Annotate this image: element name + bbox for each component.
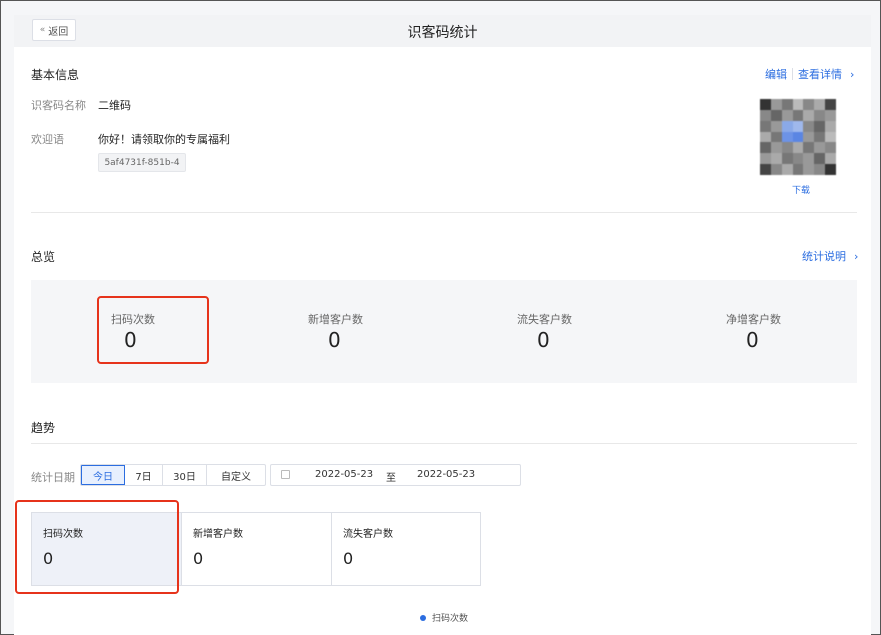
range-selector: 今日 7日 30日 自定义 bbox=[80, 464, 266, 486]
range-7d-tab[interactable]: 7日 bbox=[125, 465, 163, 485]
highlight-box bbox=[97, 296, 209, 364]
legend-label: 扫码次数 bbox=[432, 614, 469, 624]
section-divider bbox=[31, 443, 857, 444]
trend-card-label: 新增客户数 bbox=[193, 529, 243, 540]
date-label: 统计日期 bbox=[31, 471, 75, 484]
main-card: 基本信息 编辑 查看详情 › 识客码名称 二维码 欢迎语 你好！请领取你的专属福… bbox=[14, 47, 871, 635]
overview-stat-value: 0 bbox=[328, 328, 341, 352]
trend-card-value: 0 bbox=[343, 549, 354, 568]
attachment-chip[interactable]: 5af4731f-851b-4 bbox=[98, 153, 186, 172]
chevron-right-icon[interactable]: › bbox=[850, 68, 854, 81]
basic-info-title: 基本信息 bbox=[31, 68, 80, 82]
view-details-link[interactable]: 查看详情 bbox=[798, 66, 842, 82]
overview-stat-value: 0 bbox=[746, 328, 759, 352]
name-label: 识客码名称 bbox=[31, 99, 86, 112]
legend-dot-icon bbox=[420, 614, 426, 621]
chart-legend: 扫码次数 bbox=[420, 611, 468, 624]
download-link[interactable]: 下载 bbox=[792, 183, 810, 196]
calendar-icon bbox=[281, 470, 290, 479]
page-title: 识客码统计 bbox=[407, 25, 478, 41]
page-header: « 返回 识客码统计 bbox=[14, 15, 871, 47]
start-date[interactable]: 2022-05-23 bbox=[315, 469, 373, 480]
trend-card-lost-customers[interactable]: 流失客户数 0 bbox=[332, 513, 480, 585]
stats-explain-link[interactable]: 统计说明 bbox=[802, 248, 846, 264]
trend-card-label: 流失客户数 bbox=[343, 529, 393, 540]
range-today-tab[interactable]: 今日 bbox=[81, 465, 125, 485]
basic-info-actions: 编辑 查看详情 › bbox=[765, 66, 854, 82]
overview-title: 总览 bbox=[31, 250, 56, 264]
highlight-box bbox=[15, 500, 179, 594]
end-date[interactable]: 2022-05-23 bbox=[417, 469, 475, 480]
section-divider bbox=[31, 212, 857, 213]
chevron-right-icon[interactable]: › bbox=[854, 250, 858, 263]
trend-card-value: 0 bbox=[193, 549, 204, 568]
overview-stat-label: 新增客户数 bbox=[308, 313, 363, 326]
action-divider bbox=[792, 68, 793, 80]
edit-link[interactable]: 编辑 bbox=[765, 66, 787, 82]
overview-stat-label: 流失客户数 bbox=[517, 313, 572, 326]
trend-card-new-customers[interactable]: 新增客户数 0 bbox=[182, 513, 332, 585]
name-value: 二维码 bbox=[98, 99, 131, 112]
stats-explain-action: 统计说明 › bbox=[802, 248, 858, 264]
overview-stat-value: 0 bbox=[537, 328, 550, 352]
range-custom-tab[interactable]: 自定义 bbox=[207, 465, 265, 485]
overview-stat-label: 净增客户数 bbox=[726, 313, 781, 326]
range-30d-tab[interactable]: 30日 bbox=[163, 465, 207, 485]
date-range-separator: 至 bbox=[386, 473, 396, 484]
trend-title: 趋势 bbox=[31, 421, 56, 435]
welcome-label: 欢迎语 bbox=[31, 133, 64, 146]
qr-code-image bbox=[760, 99, 836, 175]
app-frame: « 返回 识客码统计 基本信息 编辑 查看详情 › 识客码名称 二维码 欢迎语 … bbox=[0, 0, 881, 635]
date-range-picker[interactable]: 2022-05-23 至 2022-05-23 bbox=[270, 464, 521, 486]
welcome-value: 你好！请领取你的专属福利 bbox=[98, 133, 230, 146]
